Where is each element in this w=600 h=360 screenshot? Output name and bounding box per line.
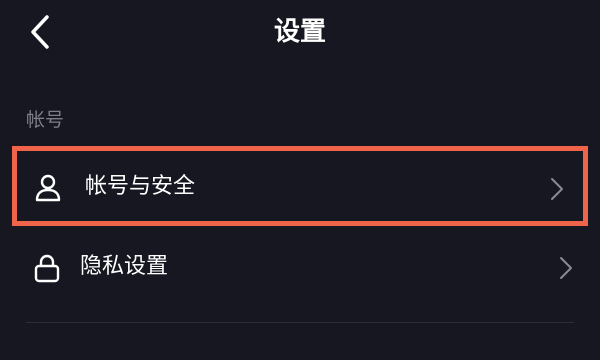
divider [26,322,574,323]
settings-screen: 设置 帐号 帐号与安全 隐私设置 [0,0,600,360]
chevron-right-icon [551,178,563,200]
list-item-privacy-settings[interactable]: 隐私设置 [12,232,588,312]
chevron-right-icon [560,257,572,279]
user-icon [35,174,61,202]
list-item-label: 帐号与安全 [85,174,196,199]
page-title: 设置 [273,17,326,47]
list-item-label: 隐私设置 [80,254,169,279]
lock-icon [34,254,60,283]
section-label-account: 帐号 [26,109,65,131]
list-item-account-security[interactable]: 帐号与安全 [12,146,588,226]
header: 设置 [0,0,600,66]
